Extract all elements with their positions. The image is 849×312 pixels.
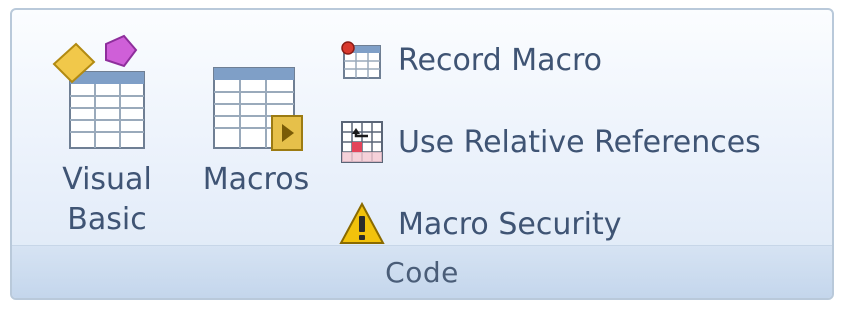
record-macro-icon [341, 41, 381, 79]
warning-icon [339, 201, 385, 244]
group-label: Code [385, 255, 459, 289]
use-relative-references-label: Use Relative References [398, 124, 761, 160]
use-relative-references-button[interactable]: Use Relative References [338, 114, 832, 170]
visual-basic-button[interactable]: Visual Basic [40, 32, 174, 250]
record-macro-button[interactable]: Record Macro [338, 32, 832, 88]
visual-basic-icon [52, 34, 145, 149]
macro-security-label: Macro Security [398, 206, 622, 242]
group-footer: Code [12, 245, 832, 298]
macros-label: Macros [202, 162, 310, 197]
ribbon-group-code: Visual Basic Macros Record Macro Use Rel… [10, 8, 834, 300]
macros-button[interactable]: Macros [186, 32, 326, 250]
relative-references-icon [341, 121, 383, 163]
macros-icon [213, 67, 303, 151]
macro-security-button[interactable]: Macro Security [338, 196, 832, 252]
record-macro-label: Record Macro [398, 42, 602, 78]
visual-basic-label: Visual Basic [62, 162, 152, 237]
